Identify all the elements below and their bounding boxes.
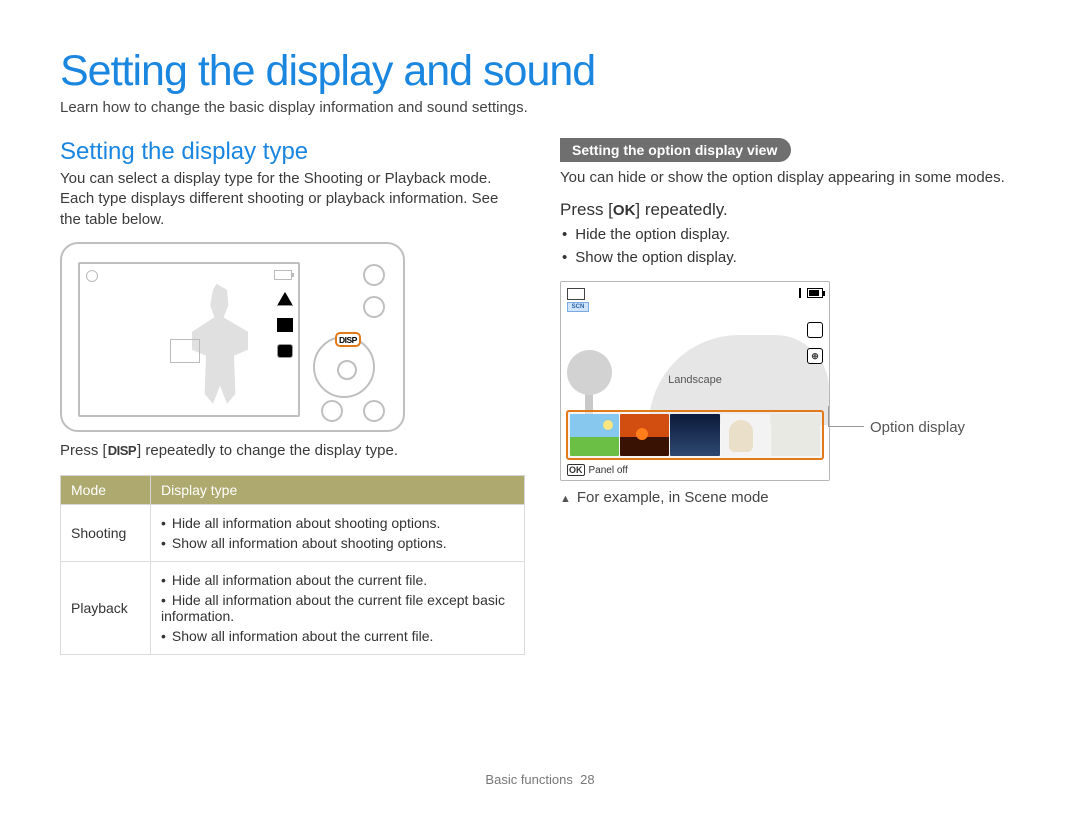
option-display-callout: Option display <box>870 419 965 436</box>
list-item: Show all information about shooting opti… <box>161 533 514 553</box>
scene-thumb-landscape <box>570 414 619 456</box>
press-ok-instruction: Press [OK] repeatedly. <box>560 200 1020 220</box>
camera-bottom-buttons <box>321 400 385 422</box>
section-heading-display-type: Setting the display type <box>60 138 520 166</box>
table-row: Playback Hide all information about the … <box>61 561 525 654</box>
option-display-strip <box>566 410 824 460</box>
list-item: Show the option display. <box>562 247 1020 270</box>
footer-section: Basic functions <box>485 772 572 787</box>
stabilizer-icon <box>277 344 293 358</box>
disp-key-badge: DISP <box>335 332 361 347</box>
ok-key-glyph: OK <box>613 202 636 219</box>
scene-top-right-icons <box>799 288 823 298</box>
scene-right-icons: ⊕ <box>807 322 823 364</box>
table-row: Shooting Hide all information about shoo… <box>61 504 525 561</box>
cell-type-shooting: Hide all information about shooting opti… <box>151 504 525 561</box>
lcd-side-icons <box>277 292 293 358</box>
option-display-pill: Setting the option display view <box>560 138 791 162</box>
tree-crown-icon <box>567 350 612 395</box>
globe-icon: ⊕ <box>807 348 823 364</box>
camera-button-2 <box>363 296 385 318</box>
press-suffix: ] repeatedly. <box>635 200 727 219</box>
signal-icon <box>799 288 801 298</box>
scn-badge-icon: SCN <box>567 302 589 312</box>
flash-icon <box>277 318 293 332</box>
instr-suffix: ] repeatedly to change the display type. <box>137 442 398 459</box>
scene-thumb-sunset <box>620 414 669 456</box>
camera-button-4 <box>363 400 385 422</box>
cell-type-playback: Hide all information about the current f… <box>151 561 525 654</box>
table-header-mode: Mode <box>61 475 151 504</box>
page-intro: Learn how to change the basic display in… <box>60 99 1020 116</box>
scene-thumb-night <box>670 414 719 456</box>
display-type-table: Mode Display type Shooting Hide all info… <box>60 475 525 655</box>
camera-button-3 <box>321 400 343 422</box>
camera-button-1 <box>363 264 385 286</box>
camera-body-outline: DISP <box>60 242 405 432</box>
panel-off-caption: OK Panel off <box>567 464 628 476</box>
camera-dpad: DISP <box>313 336 375 398</box>
press-prefix: Press [ <box>560 200 613 219</box>
page-title: Setting the display and sound <box>60 50 1020 93</box>
camera-illustration: DISP <box>60 242 520 432</box>
mode-indicator-icon <box>86 270 98 282</box>
list-item: Hide all information about the current f… <box>161 570 514 590</box>
display-type-paragraph: You can select a display type for the Sh… <box>60 169 520 230</box>
option-display-paragraph: You can hide or show the option display … <box>560 168 1020 188</box>
resolution-badge-icon <box>807 322 823 338</box>
panel-off-text: Panel off <box>589 465 628 476</box>
camera-lcd <box>78 262 300 417</box>
cell-mode-playback: Playback <box>61 561 151 654</box>
list-item: Hide all information about shooting opti… <box>161 513 514 533</box>
right-column: Setting the option display view You can … <box>560 138 1020 655</box>
option-display-bullets: Hide the option display. Show the option… <box>560 224 1020 269</box>
battery-icon <box>807 288 823 298</box>
scene-screen: SCN ⊕ Landscape <box>560 281 830 481</box>
scene-illustration-wrapper: SCN ⊕ Landscape <box>560 281 1020 506</box>
cell-mode-shooting: Shooting <box>61 504 151 561</box>
table-header-type: Display type <box>151 475 525 504</box>
battery-icon <box>274 270 292 280</box>
movie-mode-icon <box>567 288 585 300</box>
page-footer: Basic functions 28 <box>0 772 1080 787</box>
focus-frame-icon <box>170 339 200 363</box>
list-item: Hide the option display. <box>562 224 1020 247</box>
footer-page-number: 28 <box>580 772 594 787</box>
ok-small-key-icon: OK <box>567 464 585 476</box>
camera-top-buttons <box>363 264 385 318</box>
disp-key-glyph: DISP <box>107 443 137 458</box>
scene-mode-label: Landscape <box>561 374 829 386</box>
scene-top-left-icons: SCN <box>567 288 589 312</box>
list-item: Hide all information about the current f… <box>161 590 514 626</box>
scene-example-note: For example, in Scene mode <box>560 489 1020 506</box>
instr-prefix: Press [ <box>60 442 107 459</box>
scene-thumb-text <box>771 414 820 456</box>
scene-thumb-portrait <box>721 414 770 456</box>
disp-instruction: Press [DISP] repeatedly to change the di… <box>60 442 520 459</box>
resolution-icon <box>277 292 293 306</box>
callout-connector-line <box>828 426 864 427</box>
left-column: Setting the display type You can select … <box>60 138 520 655</box>
two-column-layout: Setting the display type You can select … <box>60 138 1020 655</box>
list-item: Show all information about the current f… <box>161 626 514 646</box>
